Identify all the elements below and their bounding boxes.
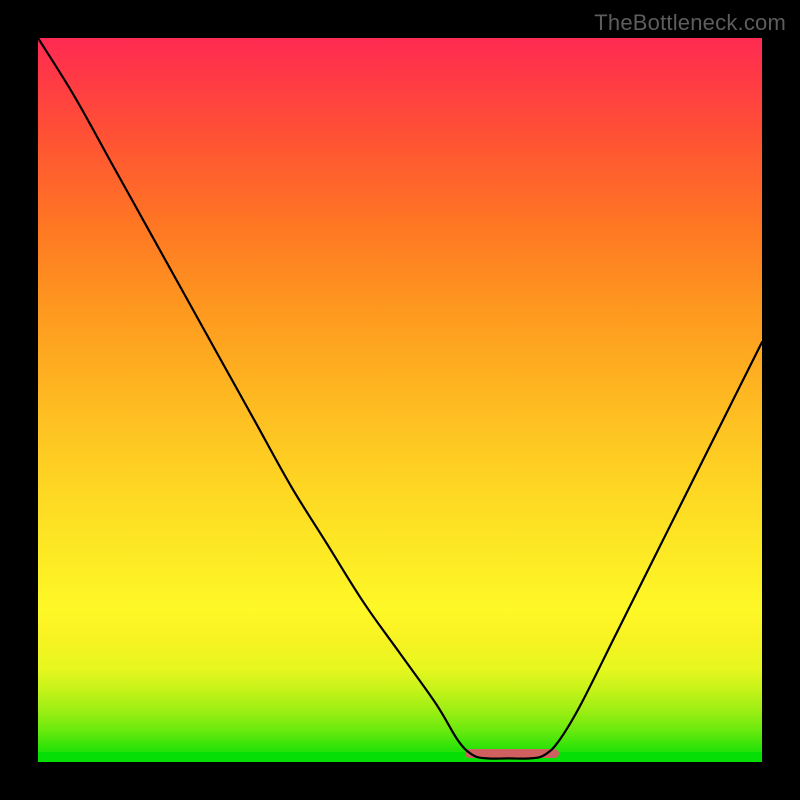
bottleneck-curve (38, 38, 762, 762)
plot-area (38, 38, 762, 762)
watermark-text: TheBottleneck.com (594, 10, 786, 36)
chart-frame: TheBottleneck.com (0, 0, 800, 800)
